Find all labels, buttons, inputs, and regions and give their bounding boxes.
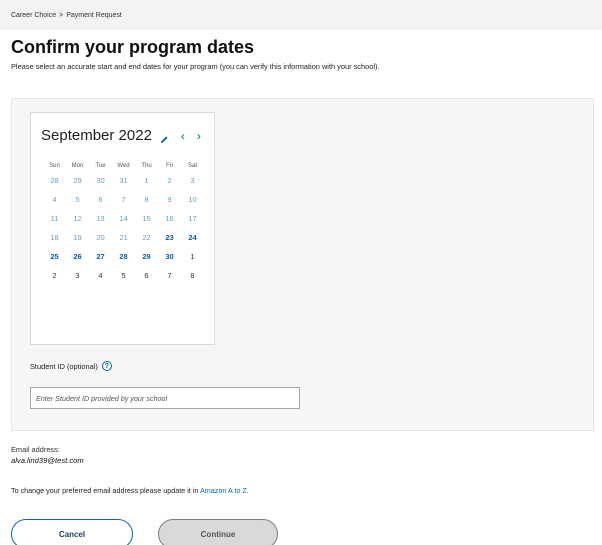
page-title: Confirm your program dates	[11, 37, 255, 57]
calendar-day: 8	[190, 271, 195, 280]
calendar-day[interactable]: 30	[158, 247, 181, 266]
change-email-text: To change your preferred email address p…	[11, 486, 249, 495]
calendar-day: 14	[119, 214, 128, 223]
calendar-day: 29	[73, 176, 82, 185]
breadcrumb-career-choice[interactable]: Career Choice	[11, 12, 56, 19]
cancel-button[interactable]: Cancel	[11, 519, 133, 545]
calendar-day: 28	[50, 176, 59, 185]
calendar-day: 6	[144, 271, 149, 280]
calendar-day: 11	[50, 214, 59, 223]
student-id-label: Student ID (optional) ?	[30, 361, 112, 371]
calendar-day: 2	[52, 271, 57, 280]
weekday-header: Sat	[187, 163, 197, 169]
calendar-day[interactable]: 25	[43, 247, 66, 266]
calendar-day: 5	[121, 271, 126, 280]
chevron-left-icon[interactable]: ‹	[181, 130, 185, 142]
calendar-day: 9	[167, 195, 172, 204]
student-id-input[interactable]	[30, 387, 300, 409]
calendar-grid: Sun Mon Tue Wed Thu Fri Sat 28 29 30 31 1 2 3 4 5 6 7 8 9 10…	[43, 161, 204, 285]
calendar-day: 18	[50, 233, 59, 242]
calendar-day: 4	[52, 195, 57, 204]
calendar-day[interactable]: 24	[181, 228, 204, 247]
weekday-header: Tue	[95, 163, 106, 169]
amazon-a-to-z-link[interactable]: Amazon A to Z.	[200, 486, 249, 495]
calendar-day: 22	[142, 233, 151, 242]
calendar-day: 20	[96, 233, 105, 242]
calendar-day: 6	[98, 195, 103, 204]
email-value: alva.lind39@test.com	[11, 456, 84, 465]
calendar-day: 7	[121, 195, 126, 204]
calendar-day: 19	[73, 233, 82, 242]
help-icon[interactable]: ?	[101, 361, 112, 371]
calendar-day: 1	[190, 252, 195, 261]
calendar-day: 8	[144, 195, 149, 204]
calendar: September 2022 ‹ › Sun Mon Tue Wed Thu Fri Sat…	[30, 112, 215, 345]
calendar-day: 4	[98, 271, 103, 280]
calendar-day: 12	[73, 214, 82, 223]
calendar-day: 16	[165, 214, 174, 223]
calendar-day: 10	[188, 195, 197, 204]
calendar-day: 1	[144, 176, 149, 185]
page-subtitle: Please select an accurate start and end …	[11, 62, 380, 71]
calendar-day: 17	[188, 214, 197, 223]
calendar-header: September 2022 ‹ ›	[41, 127, 201, 144]
pencil-icon[interactable]	[160, 131, 169, 144]
continue-button[interactable]: Continue	[158, 519, 278, 545]
weekday-header: Fri	[166, 163, 173, 169]
calendar-day[interactable]: 27	[89, 247, 112, 266]
breadcrumb-payment-request: Payment Request	[66, 12, 122, 19]
calendar-day: 15	[142, 214, 151, 223]
calendar-day: 7	[167, 271, 172, 280]
weekday-header: Thu	[141, 163, 152, 169]
breadcrumb: Career Choice > Payment Request	[11, 12, 122, 19]
calendar-day[interactable]: 28	[112, 247, 135, 266]
calendar-day: 31	[119, 176, 128, 185]
top-bar: Career Choice > Payment Request	[0, 0, 602, 30]
calendar-day: 3	[190, 176, 195, 185]
weekday-header: Mon	[71, 163, 84, 169]
weekday-header: Sun	[49, 163, 60, 169]
weekday-header: Wed	[117, 163, 130, 169]
calendar-month-label: September 2022	[41, 127, 152, 144]
email-label: Email address:	[11, 445, 60, 454]
chevron-right-icon[interactable]: ›	[197, 130, 201, 142]
calendar-day: 5	[75, 195, 80, 204]
calendar-day[interactable]: 26	[66, 247, 89, 266]
student-id-label-text: Student ID (optional)	[30, 361, 98, 371]
calendar-day: 2	[167, 176, 172, 185]
calendar-day[interactable]: 29	[135, 247, 158, 266]
breadcrumb-separator: >	[59, 12, 64, 19]
calendar-day: 3	[75, 271, 80, 280]
calendar-day: 13	[96, 214, 105, 223]
calendar-day[interactable]: 23	[158, 228, 181, 247]
calendar-day: 30	[96, 176, 105, 185]
calendar-day: 21	[119, 233, 128, 242]
change-email-sentence: To change your preferred email address p…	[11, 486, 199, 495]
